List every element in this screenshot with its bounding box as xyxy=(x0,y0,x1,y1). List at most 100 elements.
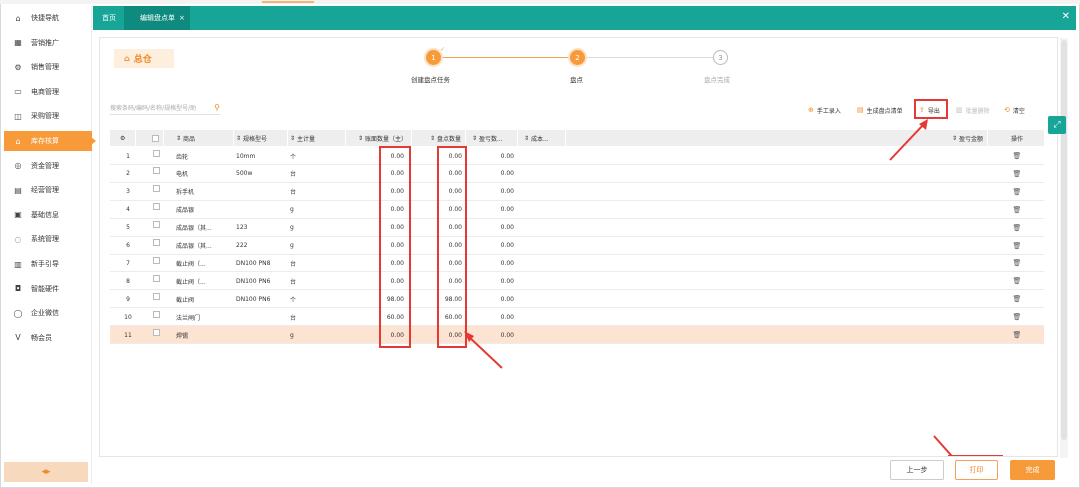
step-3-label: 盘点完成 xyxy=(704,76,730,84)
sidebar-item-12[interactable]: ◯ 企业微信 xyxy=(4,303,92,323)
sidebar-item-1[interactable]: ▦ 营销推广 xyxy=(4,33,92,53)
th-diff-qty[interactable]: ⇕ 盈亏数... xyxy=(468,130,518,146)
sidebar-item-7[interactable]: ▤ 经营管理 xyxy=(4,180,92,200)
tab-edit-stocktake[interactable]: 编辑盘点单 × xyxy=(124,6,190,30)
sidebar-item-label: 采购管理 xyxy=(31,112,59,121)
row-number: 6 xyxy=(126,242,130,249)
table-row[interactable]: 10 法兰闸门台 60.00 60.00 0.00 🗑 xyxy=(110,305,1044,327)
checkbox-box xyxy=(153,256,160,264)
cell-spec: DN100 PN6 xyxy=(236,277,271,285)
sidebar-item-label: 系统管理 xyxy=(31,235,59,244)
sidebar-item-label: 资金管理 xyxy=(31,161,59,170)
wechat-icon: ◯ xyxy=(13,308,23,318)
checkbox-box xyxy=(153,292,160,300)
cell-unit: 台 xyxy=(290,314,297,322)
sidebar-item-label: 库存核算 xyxy=(31,137,59,145)
delete-row-icon[interactable]: 🗑 xyxy=(1008,147,1026,165)
cell-goods: 成品银（其... xyxy=(176,225,212,233)
cell-unit: g xyxy=(290,242,294,249)
tab-home[interactable]: 首页 xyxy=(102,6,116,30)
sidebar-item-10[interactable]: ▥ 新手引导 xyxy=(4,254,92,274)
warehouse-icon: ⌂ xyxy=(15,136,21,146)
delete-row-icon[interactable]: 🗑 xyxy=(1008,219,1026,237)
table-row[interactable]: 8 截止阀（... DN100 PN6 台 0.00 0.00 0.00 🗑 xyxy=(110,269,1044,291)
th-cost[interactable]: ⇕ 成本... xyxy=(520,130,566,146)
finish-button[interactable]: 完成 xyxy=(1010,460,1055,480)
sidebar-item-13[interactable]: V 畅会员 xyxy=(4,328,92,348)
delete-row-icon[interactable]: 🗑 xyxy=(1008,272,1026,290)
sidebar-collapse-button[interactable]: ◂▸ xyxy=(4,462,88,482)
row-checkbox[interactable] xyxy=(153,269,160,287)
batch-delete-button[interactable]: ▥ 批量删除 xyxy=(956,104,990,116)
row-checkbox[interactable] xyxy=(153,234,160,252)
row-checkbox[interactable] xyxy=(153,162,160,180)
sidebar-item-6[interactable]: ◎ 资金管理 xyxy=(4,156,92,176)
sidebar-item-0[interactable]: ⌂ 快捷导航 xyxy=(4,8,92,28)
table-row[interactable]: 4 成品银 g 0.00 0.00 0.00 🗑 xyxy=(110,201,1044,219)
table-row[interactable]: 3 拆手机台 0.00 0.00 0.00 🗑 xyxy=(110,183,1044,201)
row-checkbox[interactable] xyxy=(153,144,160,162)
table-row[interactable]: 1 齿轮 10mm 个 0.00 0.00 0.00 🗑 xyxy=(110,147,1044,165)
generate-list-button[interactable]: ▤ 生成盘点清单 xyxy=(857,104,903,116)
row-checkbox[interactable] xyxy=(153,251,160,269)
checkbox-box xyxy=(152,134,159,142)
search-input[interactable]: 搜索条码/编码/名称/规格型号/助 ⚲ xyxy=(110,100,220,115)
warehouse-icon: ⌂ xyxy=(124,54,130,63)
delete-row-icon[interactable]: 🗑 xyxy=(1008,254,1026,272)
table-row[interactable]: 2 电机 500w 台 0.00 0.00 0.00 🗑 xyxy=(110,165,1044,183)
delete-row-icon[interactable]: 🗑 xyxy=(1008,165,1026,183)
row-checkbox[interactable] xyxy=(153,216,160,234)
row-checkbox[interactable] xyxy=(153,323,160,341)
cell-goods: 成品银（其... xyxy=(176,243,212,250)
row-checkbox[interactable] xyxy=(153,198,160,216)
warehouse-badge: ⌂ 总仓 xyxy=(114,49,174,68)
delete-row-icon[interactable]: 🗑 xyxy=(1008,183,1026,201)
expand-icon[interactable]: ⤢ xyxy=(1048,116,1066,134)
cell-spec xyxy=(236,201,288,219)
column-settings-icon[interactable]: ⚙ xyxy=(120,130,136,146)
prev-step-button[interactable]: 上一步 xyxy=(890,460,944,480)
table-row[interactable]: 9 截止阀 DN100 PN6 个 98.00 98.00 0.00 🗑 xyxy=(110,287,1044,309)
print-button[interactable]: 打印 xyxy=(955,460,998,480)
row-checkbox[interactable] xyxy=(153,180,160,198)
sidebar-item-2[interactable]: ⚙ 销售管理 xyxy=(4,57,92,77)
th-unit[interactable]: ⇕ 主计量 xyxy=(290,130,346,146)
table-row[interactable]: 6 成品银（其... 222 g 0.00 0.00 0.00 🗑 xyxy=(110,237,1044,255)
sidebar-item-3[interactable]: ▭ 电商管理 xyxy=(4,82,92,102)
delete-row-icon[interactable]: 🗑 xyxy=(1008,290,1026,308)
delete-row-icon[interactable]: 🗑 xyxy=(1008,201,1026,219)
table-row[interactable]: 5 成品银（其... 123 g 0.00 0.00 0.00 🗑 xyxy=(110,219,1044,237)
sidebar-item-9[interactable]: ◌ 系统管理 xyxy=(4,229,92,249)
clear-button[interactable]: ⟲ 清空 xyxy=(1004,104,1025,116)
th-book-qty[interactable]: ⇕ 账面数量（主） xyxy=(348,130,412,146)
sidebar-item-label: 经营管理 xyxy=(31,186,59,195)
th-goods[interactable]: ⇕ 商品 xyxy=(176,130,234,146)
table-row[interactable]: 7 截止阀（... DN100 PN8 台 0.00 0.00 0.00 🗑 xyxy=(110,251,1044,273)
th-spec[interactable]: ⇕ 规格型号 xyxy=(236,130,288,146)
sidebar-item-11[interactable]: ◘ 智能硬件 xyxy=(4,279,92,299)
cell-goods: 齿轮 xyxy=(176,153,189,161)
search-icon[interactable]: ⚲ xyxy=(214,103,220,112)
sidebar-item-5[interactable]: ⌂ 库存核算 xyxy=(4,131,96,151)
search-placeholder: 搜索条码/编码/名称/规格型号/助 xyxy=(110,104,197,112)
warehouse-label: 总仓 xyxy=(133,55,152,65)
tab-close-icon[interactable]: × xyxy=(179,14,185,22)
sidebar-item-4[interactable]: ◫ 采购管理 xyxy=(4,106,92,126)
row-checkbox[interactable] xyxy=(153,305,160,323)
th-count-qty[interactable]: ⇕ 盘点数量 xyxy=(414,130,466,146)
scrollbar-thumb[interactable] xyxy=(1061,40,1067,440)
delete-row-icon[interactable]: 🗑 xyxy=(1008,326,1026,344)
th-diff-amount[interactable]: ⇕ 盈亏金额 xyxy=(890,130,988,146)
manual-entry-button[interactable]: ⊕ 手工录入 xyxy=(808,104,841,116)
row-number: 11 xyxy=(124,331,132,339)
table-row[interactable]: 11 焊锡 g 0.00 0.00 0.00 🗑 xyxy=(110,326,1044,344)
delete-row-icon[interactable]: 🗑 xyxy=(1008,237,1026,255)
cell-spec: 10mm xyxy=(236,152,256,160)
sidebar-item-8[interactable]: ▣ 基础信息 xyxy=(4,205,92,225)
generate-list-icon: ▤ xyxy=(857,106,864,114)
row-checkbox[interactable] xyxy=(153,287,160,305)
close-all-tabs-icon[interactable]: ✕ xyxy=(1062,11,1070,22)
delete-row-icon[interactable]: 🗑 xyxy=(1008,308,1026,326)
monitor-icon: ▭ xyxy=(14,87,22,97)
cell-unit: g xyxy=(290,331,294,339)
